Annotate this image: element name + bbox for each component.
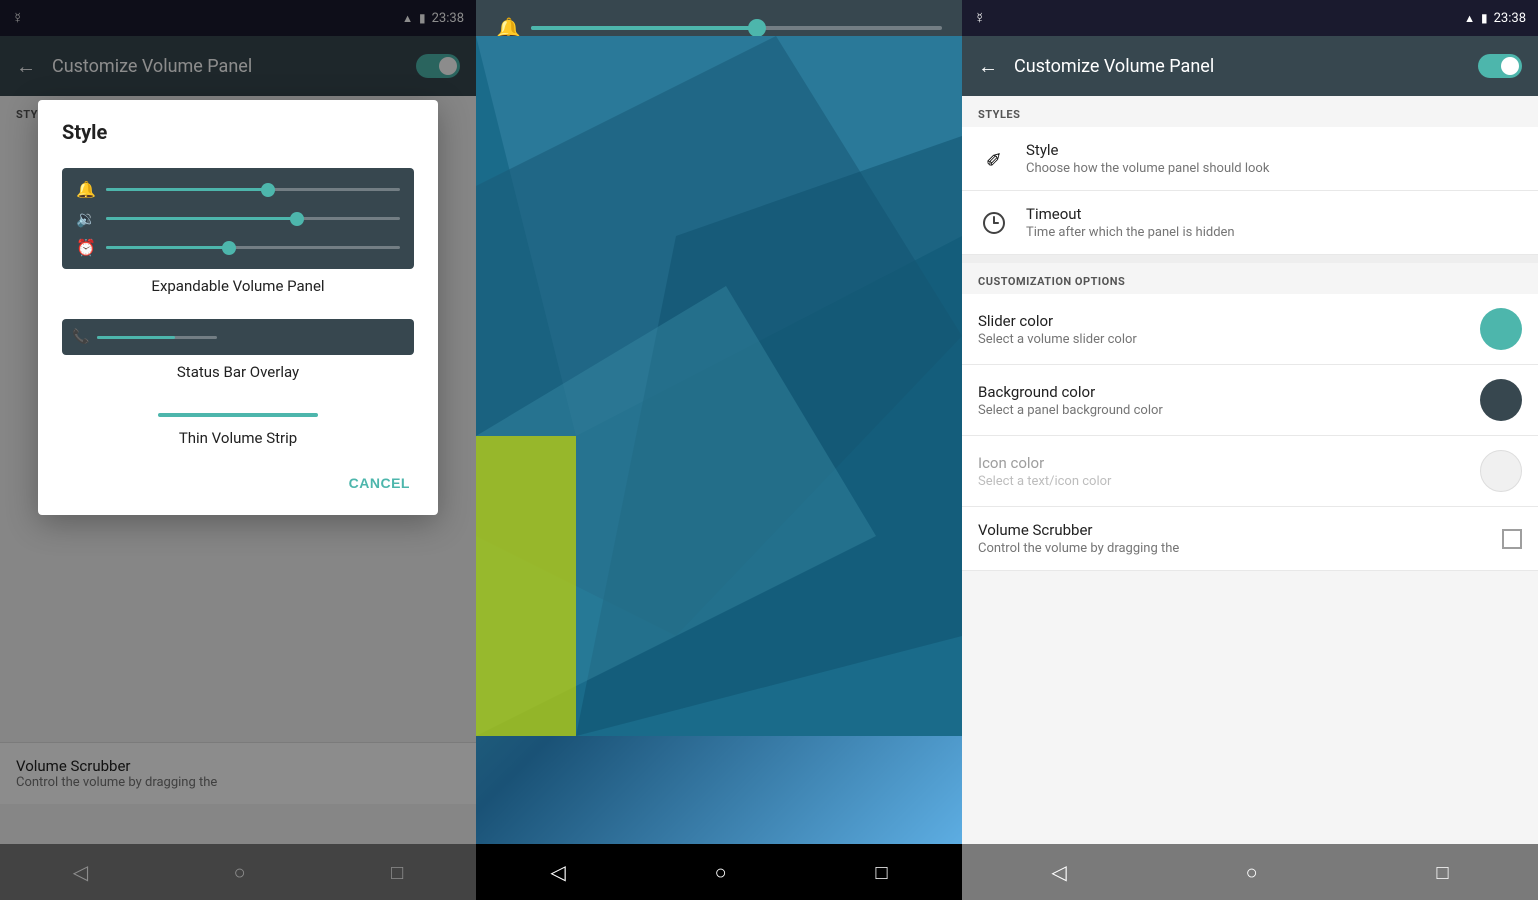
slider-row-alarm: ⏰	[76, 238, 400, 257]
slider-thumb-1	[261, 183, 275, 197]
back-nav-right[interactable]: ◁	[1051, 860, 1066, 884]
styles-header-right: STYLES	[962, 96, 1538, 127]
preview-statusbar: 📞	[62, 319, 414, 355]
thin-strip	[158, 413, 318, 417]
style-subtitle: Choose how the volume panel should look	[1026, 161, 1522, 176]
recents-nav-mid[interactable]: □	[875, 860, 887, 885]
settings-right: STYLES ✏ Style Choose how the volume pan…	[962, 96, 1538, 900]
bg-color-title: Background color	[978, 383, 1464, 401]
slider-color-dot[interactable]	[1480, 308, 1522, 350]
slider-track-3	[106, 246, 400, 249]
left-screen: ☿ ▲ ▮ 23:38 ← Customize Volume Panel STY…	[0, 0, 476, 900]
volume-scrubber-text: Volume Scrubber Control the volume by dr…	[978, 521, 1486, 556]
preview-expandable: 🔔 🔉	[62, 168, 414, 269]
divider-1	[962, 255, 1538, 263]
volume-icon: 🔉	[76, 209, 96, 228]
alarm-icon: ⏰	[76, 238, 96, 257]
customization-header: CUSTOMIZATION OPTIONS	[962, 263, 1538, 294]
toggle-switch-right[interactable]	[1478, 54, 1522, 78]
timeout-subtitle: Time after which the panel is hidden	[1026, 225, 1522, 240]
dialog-actions: CANCEL	[38, 459, 438, 515]
page-title-right: Customize Volume Panel	[1014, 56, 1462, 77]
statusbar-slider-track	[97, 336, 217, 339]
wallpaper: ✉ Inbox G Google 🎵 SoundHUD	[476, 36, 962, 844]
battery-icon-right: ▮	[1481, 11, 1488, 25]
timeout-text: Timeout Time after which the panel is hi…	[1026, 205, 1522, 240]
cancel-button[interactable]: CANCEL	[337, 467, 422, 499]
bell-icon: 🔔	[76, 180, 96, 199]
slider-row-vol: 🔉	[76, 209, 400, 228]
right-screen: ☿ ▲ ▮ 23:38 ← Customize Volume Panel STY…	[962, 0, 1538, 900]
bg-color-text: Background color Select a panel backgrou…	[978, 383, 1464, 418]
mid-screen: ☿ ▲ ▮ 23:38 🔔 🔉	[476, 0, 962, 900]
slider-color-title: Slider color	[978, 312, 1464, 330]
setting-icon-color: Icon color Select a text/icon color	[962, 436, 1538, 507]
volume-scrubber-subtitle: Control the volume by dragging the	[978, 541, 1486, 556]
setting-slider-color[interactable]: Slider color Select a volume slider colo…	[962, 294, 1538, 365]
option-statusbar[interactable]: 📞 Status Bar Overlay	[38, 307, 438, 393]
slider-thumb-3	[222, 241, 236, 255]
app-bar-right: ← Customize Volume Panel	[962, 36, 1538, 96]
slider-fill-3	[106, 246, 230, 249]
setting-style[interactable]: ✏ Style Choose how the volume panel shou…	[962, 127, 1538, 191]
slider-fill-1	[106, 188, 268, 191]
option-expandable[interactable]: 🔔 🔉	[38, 156, 438, 307]
wallpaper-svg	[476, 36, 962, 736]
slider-color-subtitle: Select a volume slider color	[978, 332, 1464, 347]
recents-nav-right[interactable]: □	[1436, 860, 1448, 885]
setting-bg-color[interactable]: Background color Select a panel backgrou…	[962, 365, 1538, 436]
signal-icon-right: ▲	[1464, 12, 1475, 25]
android-icon-right: ☿	[974, 9, 985, 27]
dialog-overlay: Style 🔔 🔉	[0, 0, 476, 900]
nav-bar-mid: ◁ ○ □	[476, 844, 962, 900]
back-button-right[interactable]: ←	[978, 54, 998, 79]
back-nav-mid[interactable]: ◁	[550, 860, 565, 884]
icon-color-subtitle: Select a text/icon color	[978, 474, 1464, 489]
nav-bar-right: ◁ ○ □	[962, 844, 1538, 900]
statusbar-vol-icon: 📞	[72, 329, 89, 345]
status-time-right: 23:38	[1494, 11, 1526, 26]
bg-color-subtitle: Select a panel background color	[978, 403, 1464, 418]
icon-color-text: Icon color Select a text/icon color	[978, 454, 1464, 489]
option-expandable-label: Expandable Volume Panel	[62, 277, 414, 295]
bg-color-dot[interactable]	[1480, 379, 1522, 421]
setting-timeout[interactable]: Timeout Time after which the panel is hi…	[962, 191, 1538, 255]
slider-track-2	[106, 217, 400, 220]
slider-track-1	[106, 188, 400, 191]
statusbar-slider-fill	[97, 336, 175, 339]
slider-fill-2	[106, 217, 297, 220]
popup-track-1	[531, 26, 942, 30]
option-statusbar-label: Status Bar Overlay	[62, 363, 414, 381]
volume-scrubber-title: Volume Scrubber	[978, 521, 1486, 539]
home-nav-right[interactable]: ○	[1246, 860, 1258, 885]
popup-fill-1	[531, 26, 757, 30]
volume-scrubber-checkbox[interactable]	[1502, 529, 1522, 549]
style-title: Style	[1026, 141, 1522, 159]
slider-thumb-2	[290, 212, 304, 226]
preview-thinstrip	[62, 405, 414, 421]
clock-icon	[982, 211, 1006, 235]
setting-volume-scrubber[interactable]: Volume Scrubber Control the volume by dr…	[962, 507, 1538, 571]
option-thinstrip-label: Thin Volume Strip	[62, 429, 414, 447]
timeout-icon-wrap	[978, 207, 1010, 239]
style-dialog: Style 🔔 🔉	[38, 100, 438, 515]
home-nav-mid[interactable]: ○	[715, 860, 727, 885]
status-bar-right: ☿ ▲ ▮ 23:38	[962, 0, 1538, 36]
icon-color-dot	[1480, 450, 1522, 492]
option-thinstrip[interactable]: Thin Volume Strip	[38, 393, 438, 459]
dialog-title: Style	[38, 100, 438, 156]
slider-row-bell: 🔔	[76, 180, 400, 199]
slider-color-text: Slider color Select a volume slider colo…	[978, 312, 1464, 347]
popup-thumb-1[interactable]	[748, 19, 766, 37]
icon-color-title: Icon color	[978, 454, 1464, 472]
timeout-title: Timeout	[1026, 205, 1522, 223]
pencil-icon: ✏	[980, 144, 1009, 173]
style-icon-wrap: ✏	[978, 143, 1010, 175]
style-text: Style Choose how the volume panel should…	[1026, 141, 1522, 176]
